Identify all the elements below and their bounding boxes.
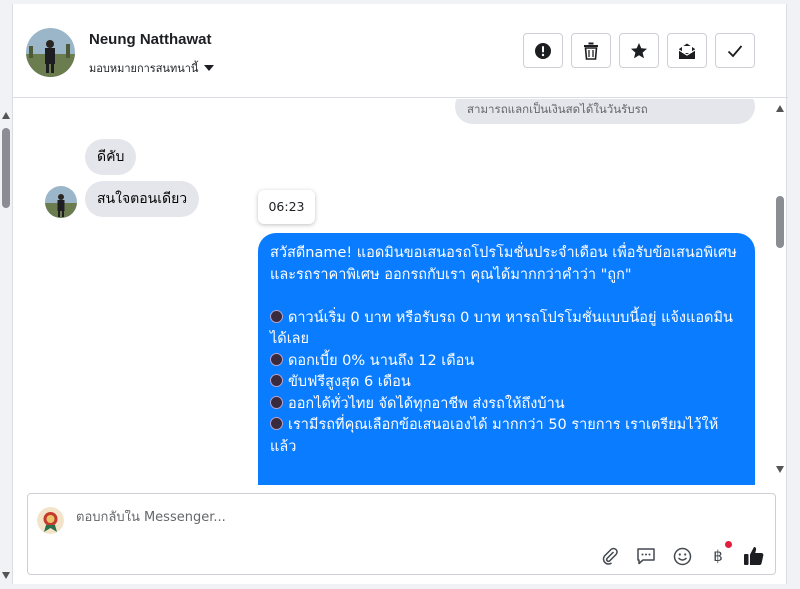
car-emoji-icon [270,374,283,387]
page-avatar [37,507,64,534]
incoming-message[interactable]: สนใจตอนเดียว [85,181,200,217]
mail-open-icon [678,43,696,59]
right-scroll-up-arrow[interactable] [776,105,784,112]
delete-button[interactable] [571,33,611,68]
right-scroll-down-arrow[interactable] [776,466,784,473]
payment-button[interactable]: ฿ [707,541,732,567]
caret-down-icon [204,65,215,71]
car-emoji-icon [270,417,283,430]
notification-dot [725,541,732,548]
trash-icon [584,42,598,60]
conversation-header: Neung Natthawat มอบหมายการสนทนานี้ [13,4,788,98]
saved-replies-button[interactable] [635,545,657,567]
alert-circle-icon [535,42,551,59]
conversation-panel: Neung Natthawat มอบหมายการสนทนานี้ สามาร… [12,4,788,584]
header-actions [523,33,755,68]
check-icon [727,44,743,57]
baht-icon: ฿ [713,547,723,565]
paperclip-icon [602,547,618,565]
car-emoji-icon [270,395,283,409]
thumbs-up-icon [744,547,764,566]
car-emoji-icon [270,352,283,366]
assign-label: มอบหมายการสนทนานี้ [89,62,199,75]
comment-icon [637,548,655,565]
promo-item: ดาวน์เริ่ม 0 บาท หรือรับรถ 0 บาท หารถโปร… [270,309,733,347]
promo-item: ขับฟรีสูงสุด 6 เดือน [270,372,743,394]
attach-button[interactable] [599,545,621,567]
left-scroll-up-arrow[interactable] [2,112,10,119]
right-scrollbar-thumb[interactable] [776,196,784,248]
promo-item: ออกได้ทั่วไทย จัดได้ทุกอาชีพ ส่งรถให้ถึง… [270,394,743,416]
message-list[interactable]: สามารถแลกเป็นเงินสดได้ในวันรับรถ ดีคับ ส… [25,99,785,485]
outgoing-message[interactable]: สวัสดีname! แอดมินขอเสนอรถโปรโมชั่นประจำ… [258,233,755,485]
left-scroll-down-arrow[interactable] [2,572,10,579]
composer-tools: ฿ [599,541,765,567]
car-emoji-icon [270,309,283,323]
promo-item: ดอกเบี้ย 0% นานถึง 12 เดือน [270,351,743,373]
left-scrollbar-thumb[interactable] [2,128,10,208]
incoming-message[interactable]: ดีคับ [85,139,137,175]
emoji-button[interactable] [671,545,693,567]
timestamp-tooltip: 06:23 [258,190,315,224]
reply-composer: ฿ [27,493,776,575]
star-button[interactable] [619,33,659,68]
mark-unread-button[interactable] [667,33,707,68]
spam-button[interactable] [523,33,563,68]
promo-item: เรามีรถที่คุณเลือกข้อเสนอเองได้ มากกว่า … [270,417,719,455]
messenger-frame: Neung Natthawat มอบหมายการสนทนานี้ สามาร… [0,0,800,589]
like-button[interactable] [743,545,765,567]
message-intro: สวัสดีname! แอดมินขอเสนอรถโปรโมชั่นประจำ… [270,245,737,283]
assign-conversation-dropdown[interactable]: มอบหมายการสนทนานี้ [89,59,215,77]
contact-avatar[interactable] [26,28,75,77]
reply-input[interactable] [76,510,576,525]
done-button[interactable] [715,33,755,68]
star-icon [631,42,647,58]
message-bubble-partial: สามารถแลกเป็นเงินสดได้ในวันรับรถ [455,99,755,124]
contact-name[interactable]: Neung Natthawat [89,31,212,48]
emoji-icon [673,547,691,565]
sender-avatar[interactable] [45,186,77,218]
